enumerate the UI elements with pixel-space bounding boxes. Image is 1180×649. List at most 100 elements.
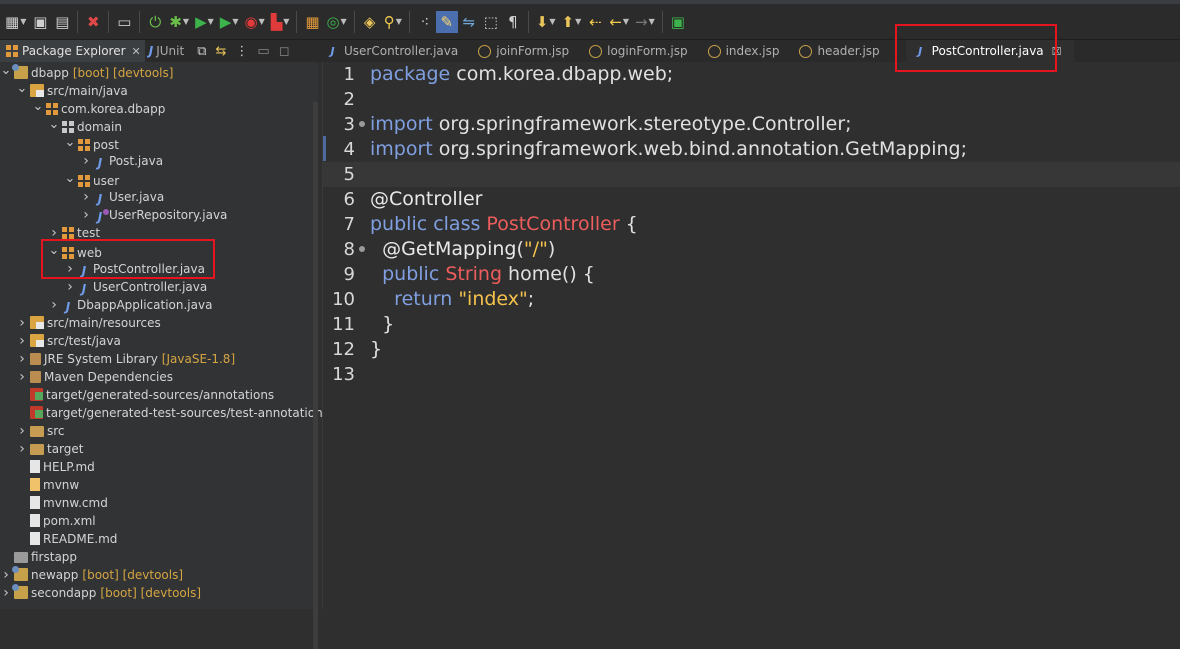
search-icon[interactable]: ⚲ ▼ — [381, 11, 405, 33]
chevron-down-icon[interactable]: ⌄ — [0, 62, 12, 80]
skip-breakpoints-icon[interactable]: ✖ — [82, 11, 104, 33]
editor-tab-postcontroller-java[interactable]: J PostController.java ☒ — [905, 40, 1074, 62]
tree-item-help-md[interactable]: HELP.md — [0, 458, 334, 476]
code-line[interactable]: 4 import org.springframework.web.bind.ann… — [323, 137, 1180, 162]
code-line[interactable]: 12} — [323, 337, 1180, 362]
previous-annotation-icon[interactable]: ⬆ ▼ — [559, 11, 585, 33]
chevron-down-icon[interactable]: ⌄ — [32, 98, 44, 116]
forward-icon[interactable]: → ▼ — [632, 11, 658, 33]
chevron-right-icon[interactable]: › — [16, 314, 28, 332]
tree-scrollbar[interactable] — [313, 102, 318, 649]
stop-icon[interactable]: ◉ ▼ — [241, 11, 267, 33]
block-selection-icon[interactable]: ⬚ — [480, 11, 502, 33]
terminal-icon[interactable]: ▭ — [113, 11, 135, 33]
close-icon[interactable]: ☒ — [1052, 45, 1062, 58]
open-perspective-icon[interactable]: ▣ — [667, 11, 689, 33]
open-type-icon[interactable]: ◈ — [359, 11, 381, 33]
tree-item-src-main-java[interactable]: ⌄ src/main/java — [0, 80, 334, 98]
tree-item-secondapp[interactable]: › secondapp [boot] [devtools] — [0, 584, 318, 602]
external-tools-icon[interactable]: ▙ ▼ — [268, 11, 293, 33]
tree-item-dbappapplication-java[interactable]: › J DbappApplication.java — [0, 296, 366, 314]
tree-item-target[interactable]: › target — [0, 440, 334, 458]
chevron-right-icon[interactable]: › — [64, 260, 76, 278]
tree-item-newapp[interactable]: › newapp [boot] [devtools] — [0, 566, 318, 584]
code-line[interactable]: 3 import org.springframework.stereotype.C… — [323, 112, 1180, 137]
highlight-icon[interactable]: ✎ — [435, 10, 458, 33]
minimize-icon[interactable]: ▭ — [257, 44, 269, 59]
code-line[interactable]: 1 package com.korea.dbapp.web; — [323, 62, 1180, 87]
tree-item-gen-test-sources[interactable]: target/generated-test-sources/test-annot… — [0, 404, 334, 422]
tree-item-maven-deps[interactable]: › Maven Dependencies — [0, 368, 334, 386]
chevron-down-icon[interactable]: ⌄ — [16, 80, 28, 98]
chevron-right-icon[interactable]: › — [16, 350, 28, 368]
fold-toggle-icon[interactable] — [359, 121, 365, 127]
tree-item-src-test-java[interactable]: › src/test/java — [0, 332, 334, 350]
chevron-right-icon[interactable]: › — [64, 278, 76, 296]
debug-icon[interactable]: ✱ ▼ — [166, 11, 192, 33]
tree-item-com-korea-dbapp[interactable]: ⌄ com.korea.dbapp — [0, 98, 350, 116]
show-whitespace-icon[interactable]: ¶ — [502, 11, 524, 33]
code-line[interactable]: 5 — [323, 162, 1180, 187]
save-icon[interactable]: ▣ — [29, 11, 51, 33]
editor-tab-joinform-jsp[interactable]: joinForm.jsp — [470, 40, 581, 62]
maximize-icon[interactable]: ◻ — [279, 44, 290, 59]
chevron-right-icon[interactable]: › — [16, 368, 28, 386]
tree-item-gen-sources[interactable]: target/generated-sources/annotations — [0, 386, 334, 404]
code-line[interactable]: 10 return "index"; — [323, 287, 1180, 312]
editor-tab-loginform-jsp[interactable]: loginForm.jsp — [581, 40, 699, 62]
word-wrap-icon[interactable]: ⇋ — [458, 11, 480, 33]
link-with-editor-icon[interactable]: ⇆ — [215, 44, 226, 59]
tree-item-test[interactable]: › test — [0, 224, 366, 242]
chevron-right-icon[interactable]: › — [48, 296, 60, 314]
code-line[interactable]: 2 — [323, 87, 1180, 112]
tree-item-mvnw[interactable]: mvnw — [0, 476, 334, 494]
last-edit-location-icon[interactable]: ⇠ — [584, 11, 606, 33]
run-icon[interactable]: ▶ ▼ — [192, 11, 217, 33]
code-line[interactable]: 13 — [323, 362, 1180, 387]
code-line[interactable]: 6 @Controller — [323, 187, 1180, 212]
view-menu-icon[interactable]: ⋮ — [235, 44, 248, 59]
chevron-down-icon[interactable]: ⌄ — [48, 116, 60, 134]
tree-item-pom-xml[interactable]: pom.xml — [0, 512, 334, 530]
code-line[interactable]: 9 public String home() { — [323, 262, 1180, 287]
chevron-down-icon[interactable]: ⌄ — [64, 134, 76, 152]
tree-item-firstapp[interactable]: firstapp — [0, 548, 318, 566]
chevron-right-icon[interactable]: › — [16, 332, 28, 350]
tree-item-mvnw-cmd[interactable]: mvnw.cmd — [0, 494, 334, 512]
chevron-down-icon[interactable]: ⌄ — [64, 170, 76, 188]
new-class-icon[interactable]: ◎ ▼ — [323, 11, 349, 33]
editor-tab-usercontroller-java[interactable]: J UserController.java — [318, 40, 470, 62]
code-line[interactable]: 7 public class PostController { — [323, 212, 1180, 237]
code-line[interactable]: 8 @GetMapping("/") — [323, 237, 1180, 262]
next-annotation-icon[interactable]: ⬇ ▼ — [533, 11, 559, 33]
chevron-right-icon[interactable]: › — [0, 566, 12, 584]
tree-item-src[interactable]: › src — [0, 422, 334, 440]
collapse-all-icon[interactable]: ⧉ — [197, 44, 206, 59]
save-all-icon[interactable]: ▤ — [51, 11, 73, 33]
chevron-right-icon[interactable]: › — [48, 224, 60, 242]
tree-item-web[interactable]: ⌄ web — [0, 242, 366, 260]
run-last-icon[interactable]: ▶ ▼ — [217, 11, 242, 33]
toggle-mark-occurrences-icon[interactable]: ⁖ — [414, 11, 436, 33]
chevron-right-icon[interactable]: › — [16, 422, 28, 440]
tree-item-readme-md[interactable]: README.md — [0, 530, 334, 548]
tree-item-dbapp[interactable]: ⌄ dbapp [boot] [devtools] — [0, 62, 318, 80]
chevron-down-icon[interactable]: ⌄ — [48, 242, 60, 260]
tree-item-jre[interactable]: › JRE System Library [JavaSE-1.8] — [0, 350, 334, 368]
chevron-right-icon[interactable]: › — [80, 206, 92, 224]
chevron-right-icon[interactable]: › — [16, 440, 28, 458]
chevron-right-icon[interactable]: › — [80, 188, 92, 206]
editor-tab-header-jsp[interactable]: header.jsp — [791, 40, 891, 62]
code-line[interactable]: 11 } — [323, 312, 1180, 337]
boot-dashboard-icon[interactable]: ⏻ — [144, 11, 166, 33]
new-icon[interactable]: ▦ ▼ — [2, 11, 29, 33]
back-icon[interactable]: ← ▼ — [606, 11, 632, 33]
fold-toggle-icon[interactable] — [359, 246, 365, 252]
tree-item-src-main-resources[interactable]: › src/main/resources — [0, 314, 334, 332]
tree-item-domain[interactable]: ⌄ domain — [0, 116, 366, 134]
close-icon[interactable]: ✕ — [132, 45, 141, 58]
tab-junit[interactable]: J JUnit — [145, 40, 188, 62]
tab-package-explorer[interactable]: Package Explorer ✕ — [0, 40, 145, 62]
chevron-right-icon[interactable]: › — [0, 584, 12, 602]
editor-tab-index-jsp[interactable]: index.jsp — [700, 40, 792, 62]
